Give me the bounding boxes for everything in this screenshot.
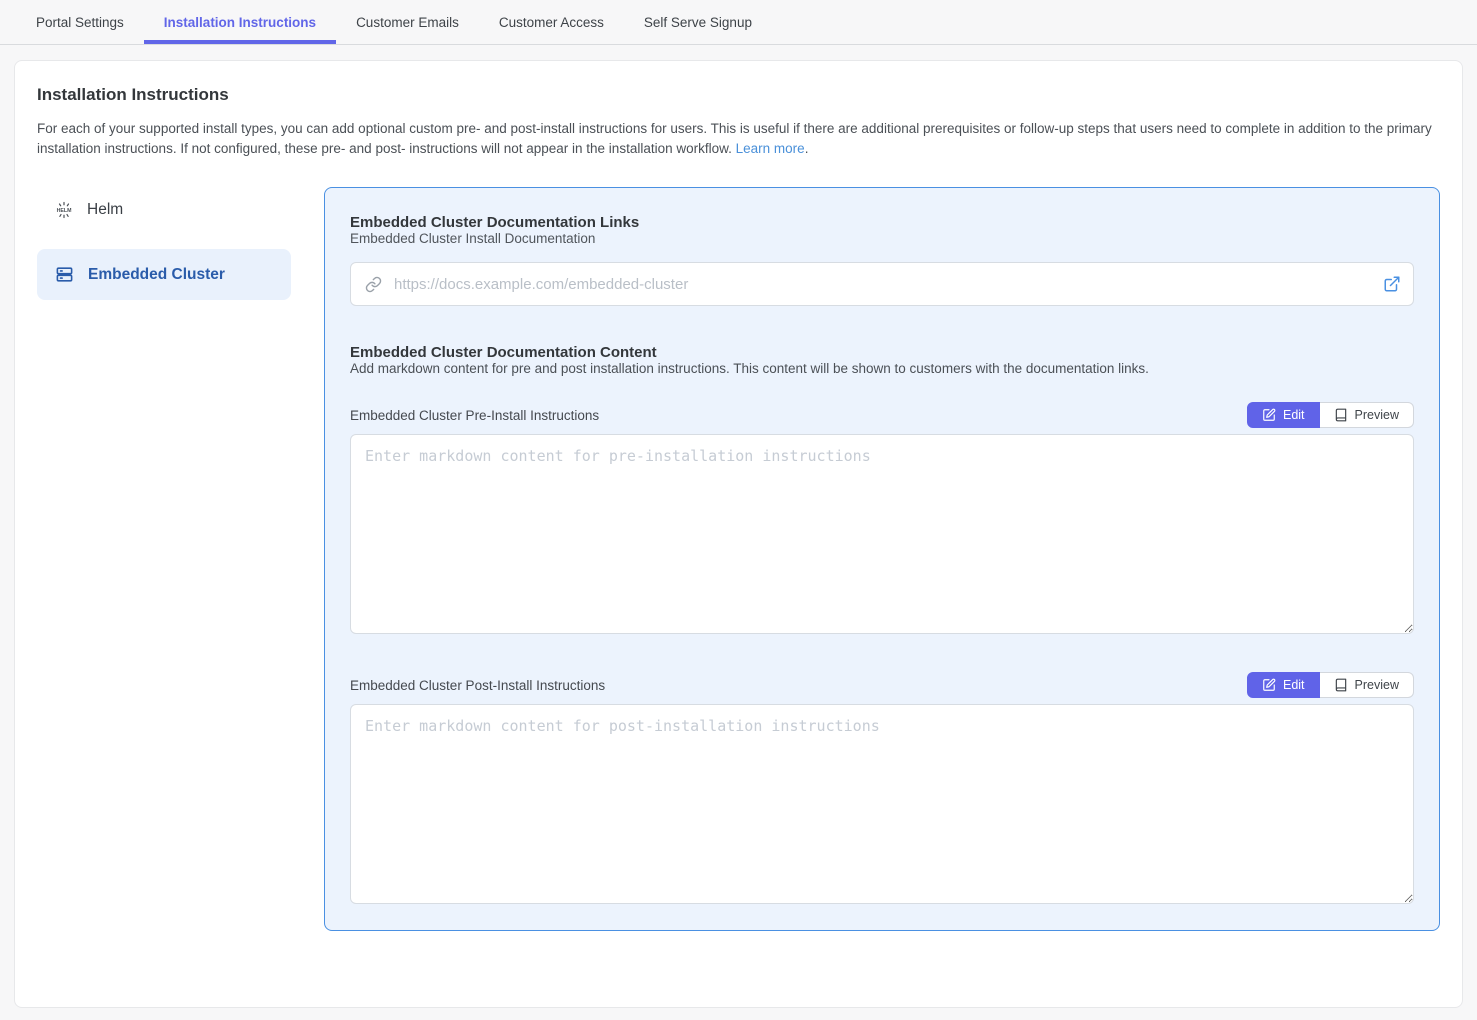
book-icon	[1334, 678, 1348, 692]
docs-links-heading: Embedded Cluster Documentation Links	[350, 214, 1414, 231]
docs-content-description: Add markdown content for pre and post in…	[350, 361, 1414, 376]
content-layout: HELM Helm	[37, 187, 1440, 931]
server-stack-icon	[55, 265, 74, 284]
install-doc-url-input[interactable]	[392, 275, 1369, 294]
main-card: Installation Instructions For each of yo…	[14, 60, 1463, 1008]
post-install-mode-toggle: Edit Preview	[1247, 672, 1414, 698]
pre-install-preview-button[interactable]: Preview	[1320, 402, 1414, 428]
link-icon	[365, 276, 382, 293]
docs-content-heading: Embedded Cluster Documentation Content	[350, 344, 1414, 361]
book-icon	[1334, 408, 1348, 422]
pre-install-editor-header: Embedded Cluster Pre-Install Instruction…	[350, 402, 1414, 428]
learn-more-link[interactable]: Learn more	[736, 141, 805, 156]
sidebar-item-helm[interactable]: HELM Helm	[37, 189, 291, 231]
pre-install-edit-button[interactable]: Edit	[1247, 402, 1320, 428]
post-install-instructions-textarea[interactable]	[350, 704, 1414, 904]
edit-button-label: Edit	[1283, 678, 1305, 692]
top-tab-bar: Portal Settings Installation Instruction…	[0, 0, 1477, 45]
page-description: For each of your supported install types…	[37, 119, 1440, 159]
open-external-link-button[interactable]	[1383, 275, 1401, 293]
embedded-cluster-panel: Embedded Cluster Documentation Links Emb…	[324, 187, 1440, 931]
post-install-editor-header: Embedded Cluster Post-Install Instructio…	[350, 672, 1414, 698]
post-install-edit-button[interactable]: Edit	[1247, 672, 1320, 698]
external-link-icon	[1383, 275, 1401, 293]
learn-more-period: .	[805, 141, 809, 156]
tab-portal-settings[interactable]: Portal Settings	[16, 0, 144, 44]
edit-pencil-icon	[1262, 678, 1276, 692]
tab-customer-access[interactable]: Customer Access	[479, 0, 624, 44]
sidebar-item-label: Helm	[87, 201, 123, 219]
page-description-text: For each of your supported install types…	[37, 121, 1432, 156]
preview-button-label: Preview	[1355, 408, 1399, 422]
install-doc-url-field	[350, 262, 1414, 306]
tab-customer-emails[interactable]: Customer Emails	[336, 0, 479, 44]
pre-install-mode-toggle: Edit Preview	[1247, 402, 1414, 428]
sidebar-item-embedded-cluster[interactable]: Embedded Cluster	[37, 249, 291, 300]
helm-icon: HELM	[55, 201, 73, 219]
tab-self-serve-signup[interactable]: Self Serve Signup	[624, 0, 772, 44]
edit-button-label: Edit	[1283, 408, 1305, 422]
page-title: Installation Instructions	[37, 85, 1440, 105]
post-install-label: Embedded Cluster Post-Install Instructio…	[350, 678, 605, 693]
edit-pencil-icon	[1262, 408, 1276, 422]
post-install-preview-button[interactable]: Preview	[1320, 672, 1414, 698]
svg-text:HELM: HELM	[57, 208, 73, 214]
sidebar-item-label: Embedded Cluster	[88, 266, 225, 284]
pre-install-label: Embedded Cluster Pre-Install Instruction…	[350, 408, 599, 423]
install-type-sidebar: HELM Helm	[37, 187, 291, 318]
tab-installation-instructions[interactable]: Installation Instructions	[144, 0, 336, 44]
preview-button-label: Preview	[1355, 678, 1399, 692]
install-doc-label: Embedded Cluster Install Documentation	[350, 231, 1414, 246]
pre-install-instructions-textarea[interactable]	[350, 434, 1414, 634]
